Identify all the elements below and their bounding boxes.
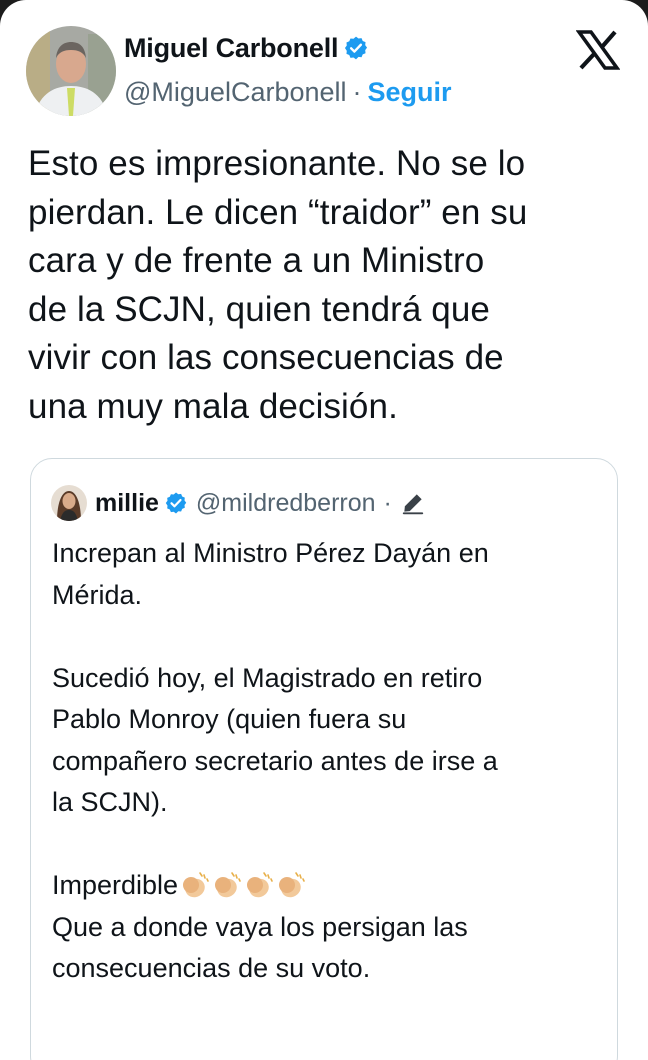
separator-dot: · [352,76,362,107]
x-logo-icon[interactable] [575,30,621,70]
author-avatar[interactable] [26,26,116,116]
clapping-hands-icon [210,870,242,900]
tweet-card: Miguel Carbonell @MiguelCarbonell · Segu… [0,0,648,1060]
quoted-tweet[interactable]: millie @mildredberron · Increpan al Mini… [30,458,618,1060]
tweet-header: Miguel Carbonell @MiguelCarbonell · Segu… [0,0,648,130]
clapping-hands-icon [242,870,274,900]
separator-dot: · [383,488,392,517]
author-handle-line: @MiguelCarbonell · Seguir [124,74,452,110]
quoted-author-handle[interactable]: @mildredberron [196,489,376,518]
author-display-name[interactable]: Miguel Carbonell [124,33,339,64]
tweet-text: Esto es impresionante. No se lo pierdan.… [28,144,528,426]
quoted-author-display-name[interactable]: millie [95,489,159,518]
verified-badge-icon [164,491,188,515]
author-handle[interactable]: @MiguelCarbonell [124,77,347,108]
quoted-tweet-text: Increpan al Ministro Pérez Dayán en Méri… [52,533,602,990]
verified-badge-icon [343,35,369,61]
quoted-text-part1: Increpan al Ministro Pérez Dayán en Méri… [52,538,498,900]
pencil-icon[interactable] [400,490,426,516]
quoted-text-part2: Que a donde vaya los persigan las consec… [52,911,468,984]
clapping-hands-icon [274,870,306,900]
quoted-author-avatar[interactable] [51,485,87,521]
quoted-tweet-header: millie @mildredberron · [51,485,426,521]
clapping-hands-icon [178,870,210,900]
follow-button[interactable]: Seguir [368,77,452,108]
author-name-line: Miguel Carbonell [124,30,369,66]
